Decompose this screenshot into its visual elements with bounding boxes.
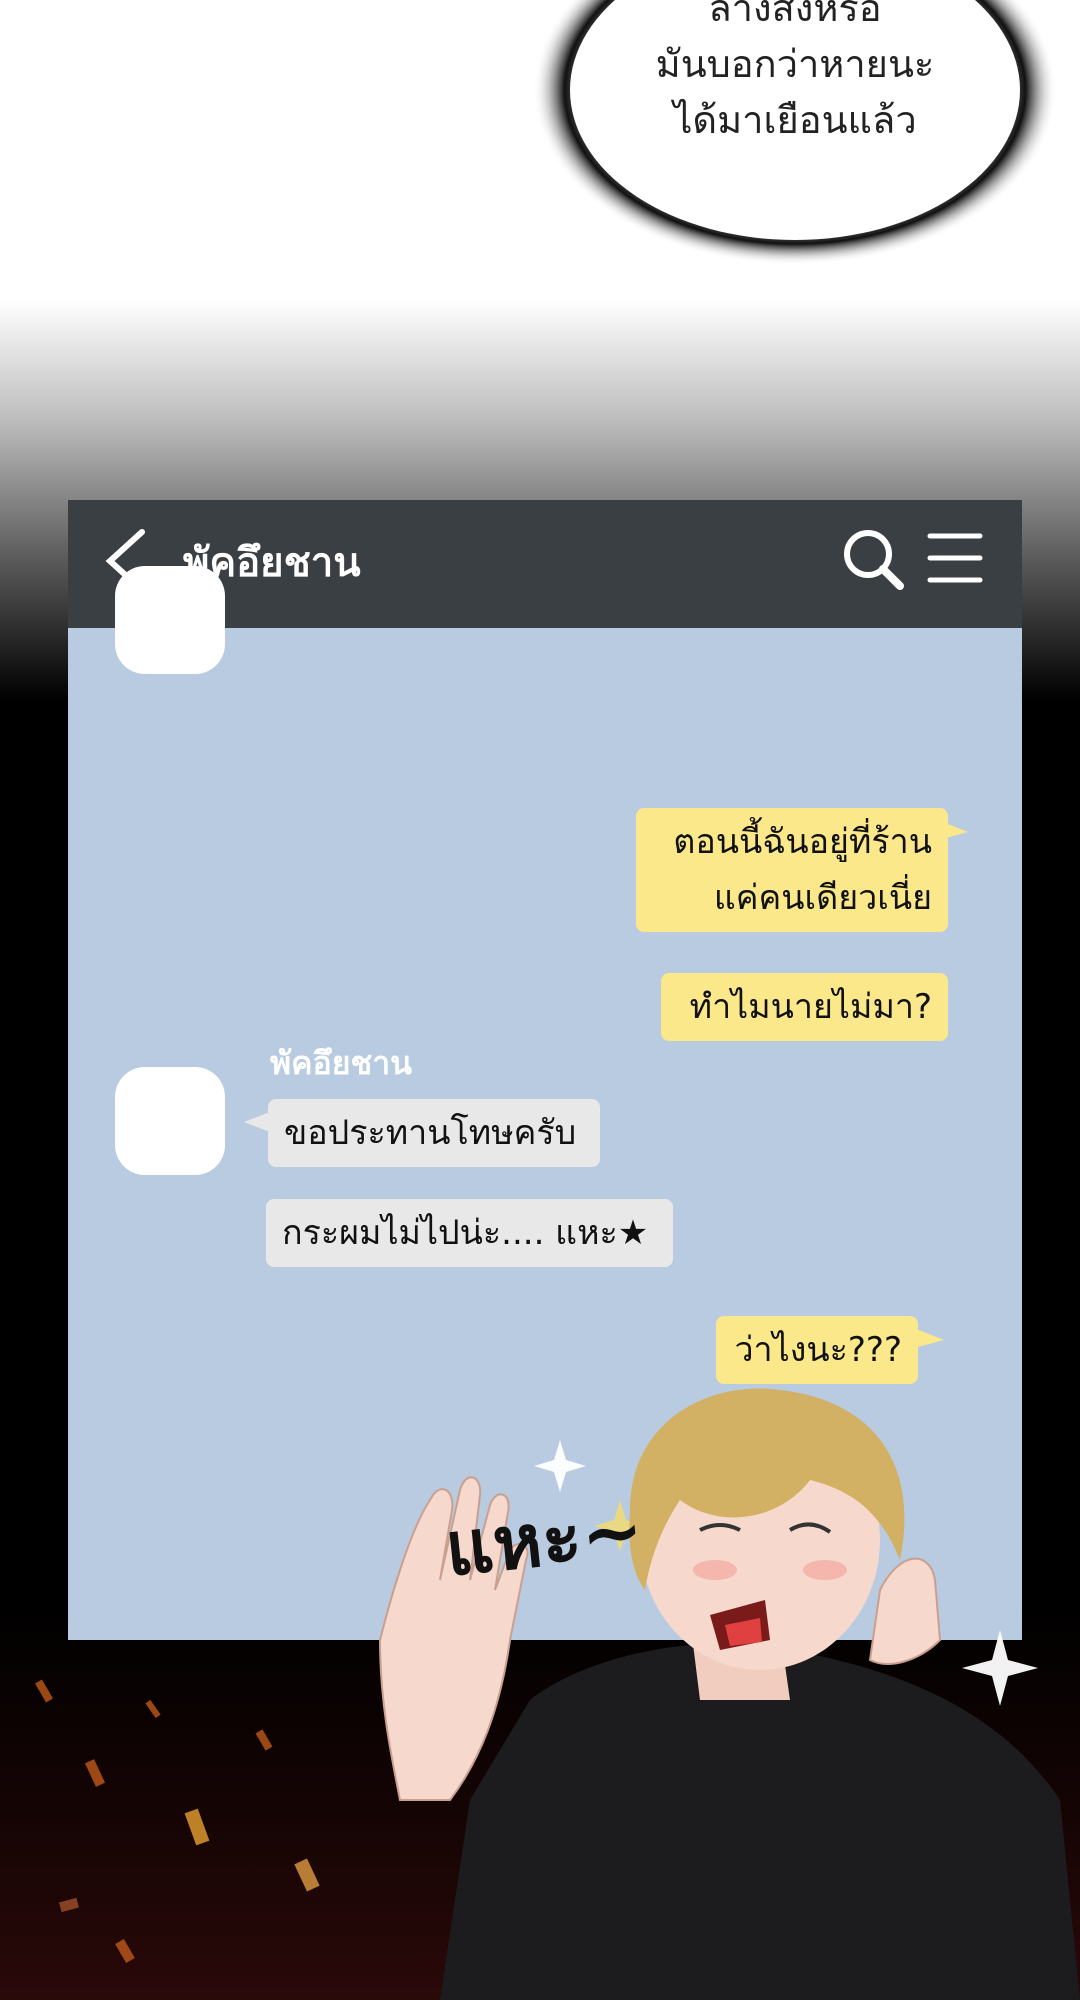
message-line: ว่าไงนะ??? — [734, 1330, 902, 1370]
search-icon[interactable] — [838, 524, 908, 594]
bubble-tail — [244, 1112, 270, 1132]
narration-line: ล้างสิ่งหรือ — [708, 0, 882, 30]
avatar — [115, 1067, 225, 1175]
message-line: แค่คนเดียวเนี่ย — [713, 878, 932, 918]
message-line: ขอประทานโทษครับ — [284, 1113, 577, 1153]
my-message-bubble: ตอนนี้ฉันอยู่ที่ร้าน แค่คนเดียวเนี่ย — [636, 808, 948, 932]
hamburger-menu-icon[interactable] — [926, 528, 984, 588]
message-line: กระผมไม่ไปน่ะ.... แหะ★ — [282, 1213, 649, 1253]
sfx-text: แหะ~ — [441, 1486, 648, 1594]
narration-line: ได้มาเยือนแล้ว — [673, 98, 917, 142]
sender-name: พัคอึยชาน — [270, 1044, 413, 1082]
narration-text: ล้างสิ่งหรือ มันบอกว่าหายนะ ได้มาเยือนแล… — [560, 0, 1030, 148]
my-message-bubble: ทำไมนายไม่มา? — [661, 973, 948, 1041]
message-line: ตอนนี้ฉันอยู่ที่ร้าน — [673, 822, 932, 862]
character-illustration — [378, 1388, 1080, 2000]
their-message-bubble: ขอประทานโทษครับ — [268, 1099, 600, 1167]
avatar — [115, 566, 225, 674]
narration-line: มันบอกว่าหายนะ — [655, 42, 935, 86]
message-line: ทำไมนายไม่มา? — [689, 987, 932, 1027]
their-message-bubble: กระผมไม่ไปน่ะ.... แหะ★ — [266, 1199, 673, 1267]
my-message-bubble: ว่าไงนะ??? — [716, 1316, 918, 1384]
embers-background — [35, 1679, 320, 1964]
bubble-tail — [914, 1328, 944, 1348]
